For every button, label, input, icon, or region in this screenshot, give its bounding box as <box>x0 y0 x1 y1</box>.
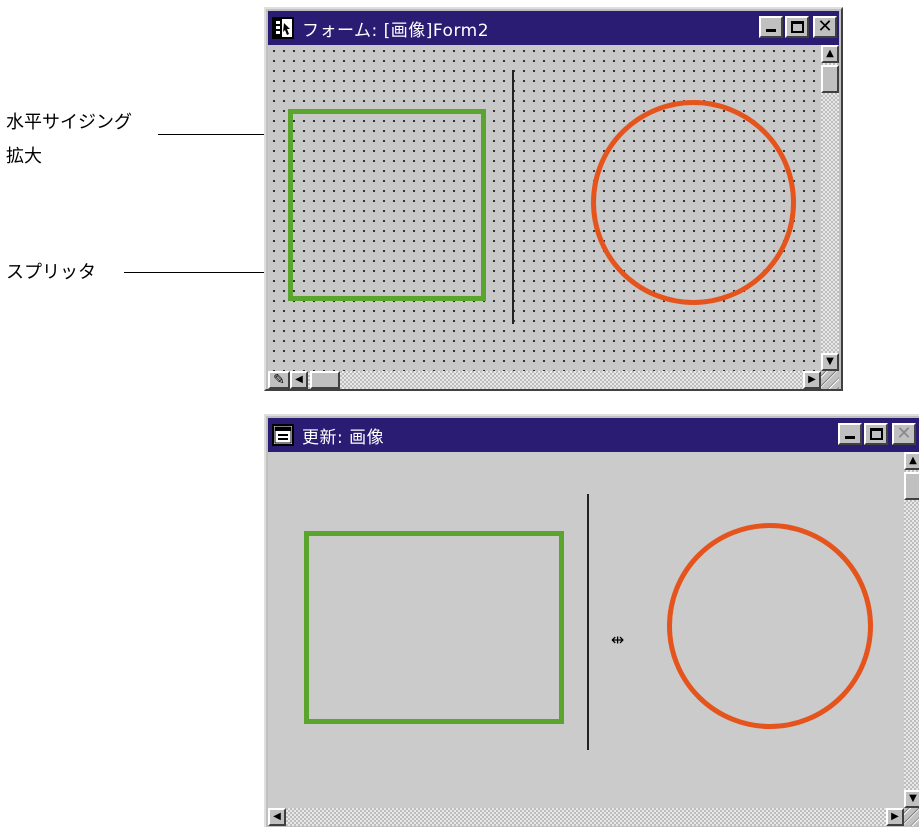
horizontal-sizing-label: 水平サイジング <box>6 112 132 133</box>
down-arrow-icon: ▼ <box>909 793 917 804</box>
down-arrow-icon: ▼ <box>826 356 834 367</box>
close-icon: ✕ <box>896 423 912 444</box>
window-icon <box>272 424 294 446</box>
close-icon: ✕ <box>817 16 833 37</box>
runtime-title-bar[interactable]: 更新: 画像 ✕ <box>268 418 919 452</box>
minimize-button[interactable] <box>759 16 783 38</box>
left-arrow-icon: ◀ <box>273 811 281 822</box>
form-window-title: フォーム: [画像]Form2 <box>302 20 490 41</box>
close-button[interactable]: ✕ <box>892 423 916 445</box>
splitter-control[interactable] <box>512 70 514 324</box>
pencil-icon: ✎ <box>273 372 285 388</box>
enlarge-label: 拡大 <box>6 146 42 167</box>
vertical-scroll-thumb[interactable] <box>821 65 839 93</box>
scroll-right-button[interactable]: ▶ <box>886 808 904 826</box>
form-icon <box>272 17 294 39</box>
right-arrow-icon: ▶ <box>808 374 816 385</box>
resize-grip[interactable] <box>821 371 839 389</box>
scroll-left-button[interactable]: ◀ <box>268 808 286 826</box>
splitter-control[interactable] <box>587 494 589 750</box>
scroll-down-button[interactable]: ▼ <box>904 790 919 808</box>
left-arrow-icon: ◀ <box>295 374 303 385</box>
runtime-vertical-scrollbar[interactable]: ▲ ▼ <box>904 452 919 808</box>
minimize-icon <box>766 29 776 32</box>
maximize-button[interactable] <box>785 16 809 38</box>
right-arrow-icon: ▶ <box>891 811 899 822</box>
scroll-down-button[interactable]: ▼ <box>821 353 839 371</box>
runtime-canvas[interactable]: ⇹ <box>268 452 904 808</box>
scroll-up-button[interactable]: ▲ <box>904 452 919 470</box>
runtime-window-title: 更新: 画像 <box>302 427 385 448</box>
scroll-left-button[interactable]: ◀ <box>290 371 308 389</box>
runtime-window: 更新: 画像 ✕ ⇹ ▲ ▼ ◀ ▶ <box>264 414 919 827</box>
orange-circle-shape[interactable] <box>591 100 796 305</box>
split-cursor-icon: ⇹ <box>611 630 625 649</box>
up-arrow-icon: ▲ <box>826 48 834 59</box>
horizontal-scroll-thumb[interactable] <box>310 371 340 389</box>
vertical-scroll-thumb[interactable] <box>904 472 919 500</box>
runtime-horizontal-scrollbar[interactable]: ◀ ▶ <box>268 808 904 826</box>
green-rectangle-shape[interactable] <box>288 109 486 301</box>
scroll-up-button[interactable]: ▲ <box>821 45 839 63</box>
form-vertical-scrollbar[interactable]: ▲ ▼ <box>821 45 839 371</box>
form-title-bar[interactable]: フォーム: [画像]Form2 ✕ <box>268 11 839 45</box>
minimize-button[interactable] <box>838 423 862 445</box>
pencil-button[interactable]: ✎ <box>268 371 290 389</box>
splitter-label: スプリッタ <box>6 262 96 283</box>
form-design-canvas[interactable] <box>268 45 821 371</box>
maximize-button[interactable] <box>864 423 888 445</box>
resize-grip[interactable] <box>904 808 919 826</box>
close-button[interactable]: ✕ <box>813 16 837 38</box>
green-rectangle-shape[interactable] <box>304 531 564 724</box>
maximize-icon <box>869 428 883 440</box>
orange-circle-shape[interactable] <box>667 523 873 729</box>
form-horizontal-scrollbar[interactable]: ◀ ▶ <box>290 371 821 389</box>
up-arrow-icon: ▲ <box>909 455 917 466</box>
minimize-icon <box>845 436 855 439</box>
maximize-icon <box>790 21 804 33</box>
form-designer-window: フォーム: [画像]Form2 ✕ ▲ ▼ ✎ ◀ ▶ <box>264 7 843 391</box>
scroll-right-button[interactable]: ▶ <box>803 371 821 389</box>
